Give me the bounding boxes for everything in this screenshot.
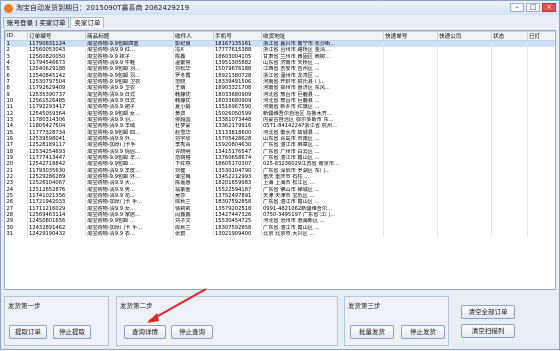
stop-ship-button[interactable]: 停止发货 xyxy=(401,325,445,339)
column-header[interactable]: 订单编号 xyxy=(27,31,86,41)
clear-all-orders-button[interactable]: 清空全部订单 xyxy=(461,305,515,319)
table-cell xyxy=(527,230,555,238)
table-cell xyxy=(383,230,438,238)
table-cell: 12429190432 xyxy=(27,230,86,238)
table-row[interactable]: 31 12429190432 淘宝购物-清9.9 衣... 张群 13021909400… xyxy=(5,230,555,238)
column-header[interactable]: 收件人 xyxy=(173,31,214,41)
column-header[interactable]: 收货地址 xyxy=(261,31,384,41)
table-cell: 31 xyxy=(5,230,28,238)
minimize-button[interactable]: – xyxy=(510,3,524,12)
step2-group: 发货第二步 查询详情 停止查询 xyxy=(116,296,338,346)
close-button[interactable]: × xyxy=(542,3,556,12)
table-cell xyxy=(437,230,492,238)
stop-query-button[interactable]: 停止查询 xyxy=(171,325,213,339)
clear-scan-column-button[interactable]: 清空扫描列 xyxy=(461,324,515,338)
column-header[interactable]: 快递单号 xyxy=(383,31,438,41)
tab-strip: 账号登录 | 买家订单 卖家订单 xyxy=(3,17,105,28)
window-title: 淘宝自动发货到期日：2015090T暴系商 2062429219 xyxy=(16,4,190,12)
stop-fetch-button[interactable]: 停止提取 xyxy=(53,325,91,339)
column-header[interactable]: 状态 xyxy=(491,31,528,41)
column-header[interactable]: ID xyxy=(5,31,28,41)
action-panel: 发货第一步 提取订单 停止提取 发货第二步 查询详情 停止查询 发货第三步 批量… xyxy=(4,293,556,348)
column-header[interactable]: 快递公司 xyxy=(437,31,492,41)
step3-group: 发货第三步 批量发货 停止发货 xyxy=(344,296,449,346)
title-bar: 淘宝自动发货到期日：2015090T暴系商 2062429219 – □ × xyxy=(1,1,559,15)
table-cell: 张群 xyxy=(173,230,214,238)
table-cell: 北京 北京市 大兴区 ... xyxy=(261,230,384,238)
app-window: 淘宝自动发货到期日：2015090T暴系商 2062429219 – □ × 账… xyxy=(0,0,560,350)
table-cell: 淘宝购物-清9.9 衣... xyxy=(85,230,174,238)
query-details-button[interactable]: 查询详情 xyxy=(124,325,166,339)
step2-label: 发货第二步 xyxy=(120,302,153,310)
table-header: ID 订单编号 商品标题 收件人 手机号 收货地址 快递单号 快递公司 状态 已打 xyxy=(5,31,555,41)
orders-table[interactable]: ID 订单编号 商品标题 收件人 手机号 收货地址 快递单号 快递公司 状态 已打 1 117908… xyxy=(4,30,556,290)
table-body: 1 11790831124 淘宝购物-9.9包邮四蓝 彭纪良 18167135161 浙江… xyxy=(5,40,555,238)
fetch-orders-button[interactable]: 提取订单 xyxy=(9,325,47,339)
tab-buyer-orders[interactable]: 账号登录 | 买家订单 xyxy=(3,17,70,28)
table-cell xyxy=(491,230,528,238)
step1-label: 发货第一步 xyxy=(8,302,41,310)
column-header[interactable]: 手机号 xyxy=(213,31,262,41)
batch-ship-button[interactable]: 批量发货 xyxy=(350,325,394,339)
maximize-button[interactable]: □ xyxy=(526,3,540,12)
column-header[interactable]: 商品标题 xyxy=(85,31,174,41)
step1-group: 发货第一步 提取订单 停止提取 xyxy=(4,296,109,346)
step3-label: 发货第三步 xyxy=(348,302,381,310)
app-logo-icon xyxy=(4,3,13,13)
tab-seller-orders[interactable]: 卖家订单 xyxy=(70,17,105,28)
column-header[interactable]: 已打 xyxy=(527,31,555,41)
table-cell: 13021909400 xyxy=(213,230,262,238)
